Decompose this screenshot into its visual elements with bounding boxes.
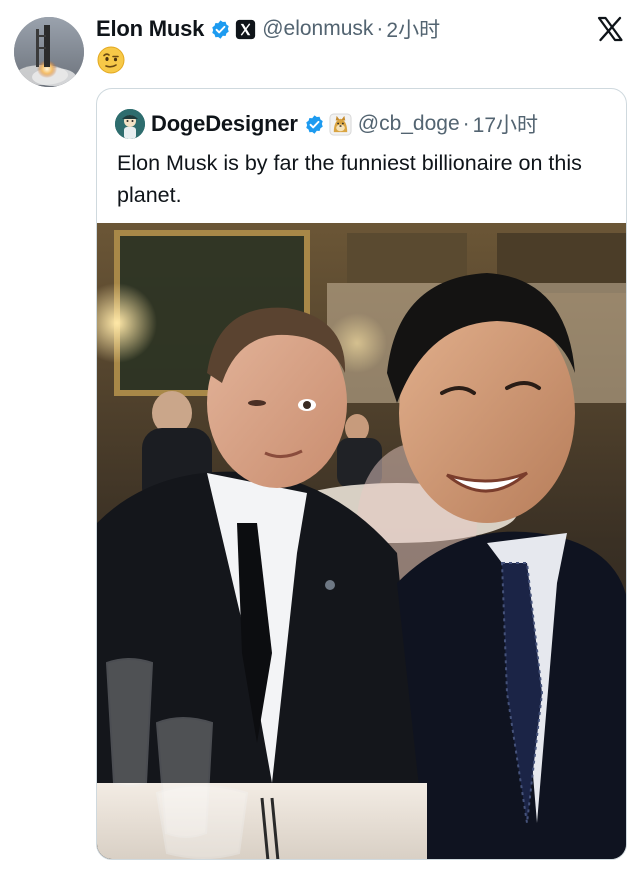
x-logo-icon[interactable] [596, 15, 624, 43]
separator-dot: · [462, 112, 470, 135]
separator-dot: · [376, 17, 384, 40]
rocket-launch-image [14, 17, 84, 87]
raised-eyebrow-face-emoji [97, 46, 125, 74]
quoted-tweet-time[interactable]: 17小时 [473, 109, 538, 139]
quoted-tweet[interactable]: DogeDesigner @cb_doge · 17小时 Elon Musk i… [96, 88, 627, 860]
verified-badge-icon [304, 114, 325, 135]
quoted-tweet-header: DogeDesigner @cb_doge · 17小时 [115, 109, 538, 139]
author-name[interactable]: Elon Musk [96, 16, 204, 42]
quoted-author-avatar[interactable] [115, 109, 145, 139]
tweet-time[interactable]: 2小时 [386, 14, 440, 44]
x-org-badge-icon [235, 19, 256, 40]
quoted-author-handle[interactable]: @cb_doge [358, 112, 460, 136]
selfie-photo-image [97, 223, 626, 859]
quoted-author-name[interactable]: DogeDesigner [151, 111, 298, 137]
quoted-tweet-text: Elon Musk is by far the funniest billion… [117, 151, 582, 207]
tweet-header: Elon Musk @elonmusk · 2小时 [96, 14, 440, 44]
verified-badge-icon [210, 19, 231, 40]
quoted-tweet-photo[interactable] [97, 223, 626, 859]
author-avatar[interactable] [14, 17, 84, 87]
author-handle[interactable]: @elonmusk [262, 17, 373, 41]
doge-badge-icon [329, 112, 352, 136]
